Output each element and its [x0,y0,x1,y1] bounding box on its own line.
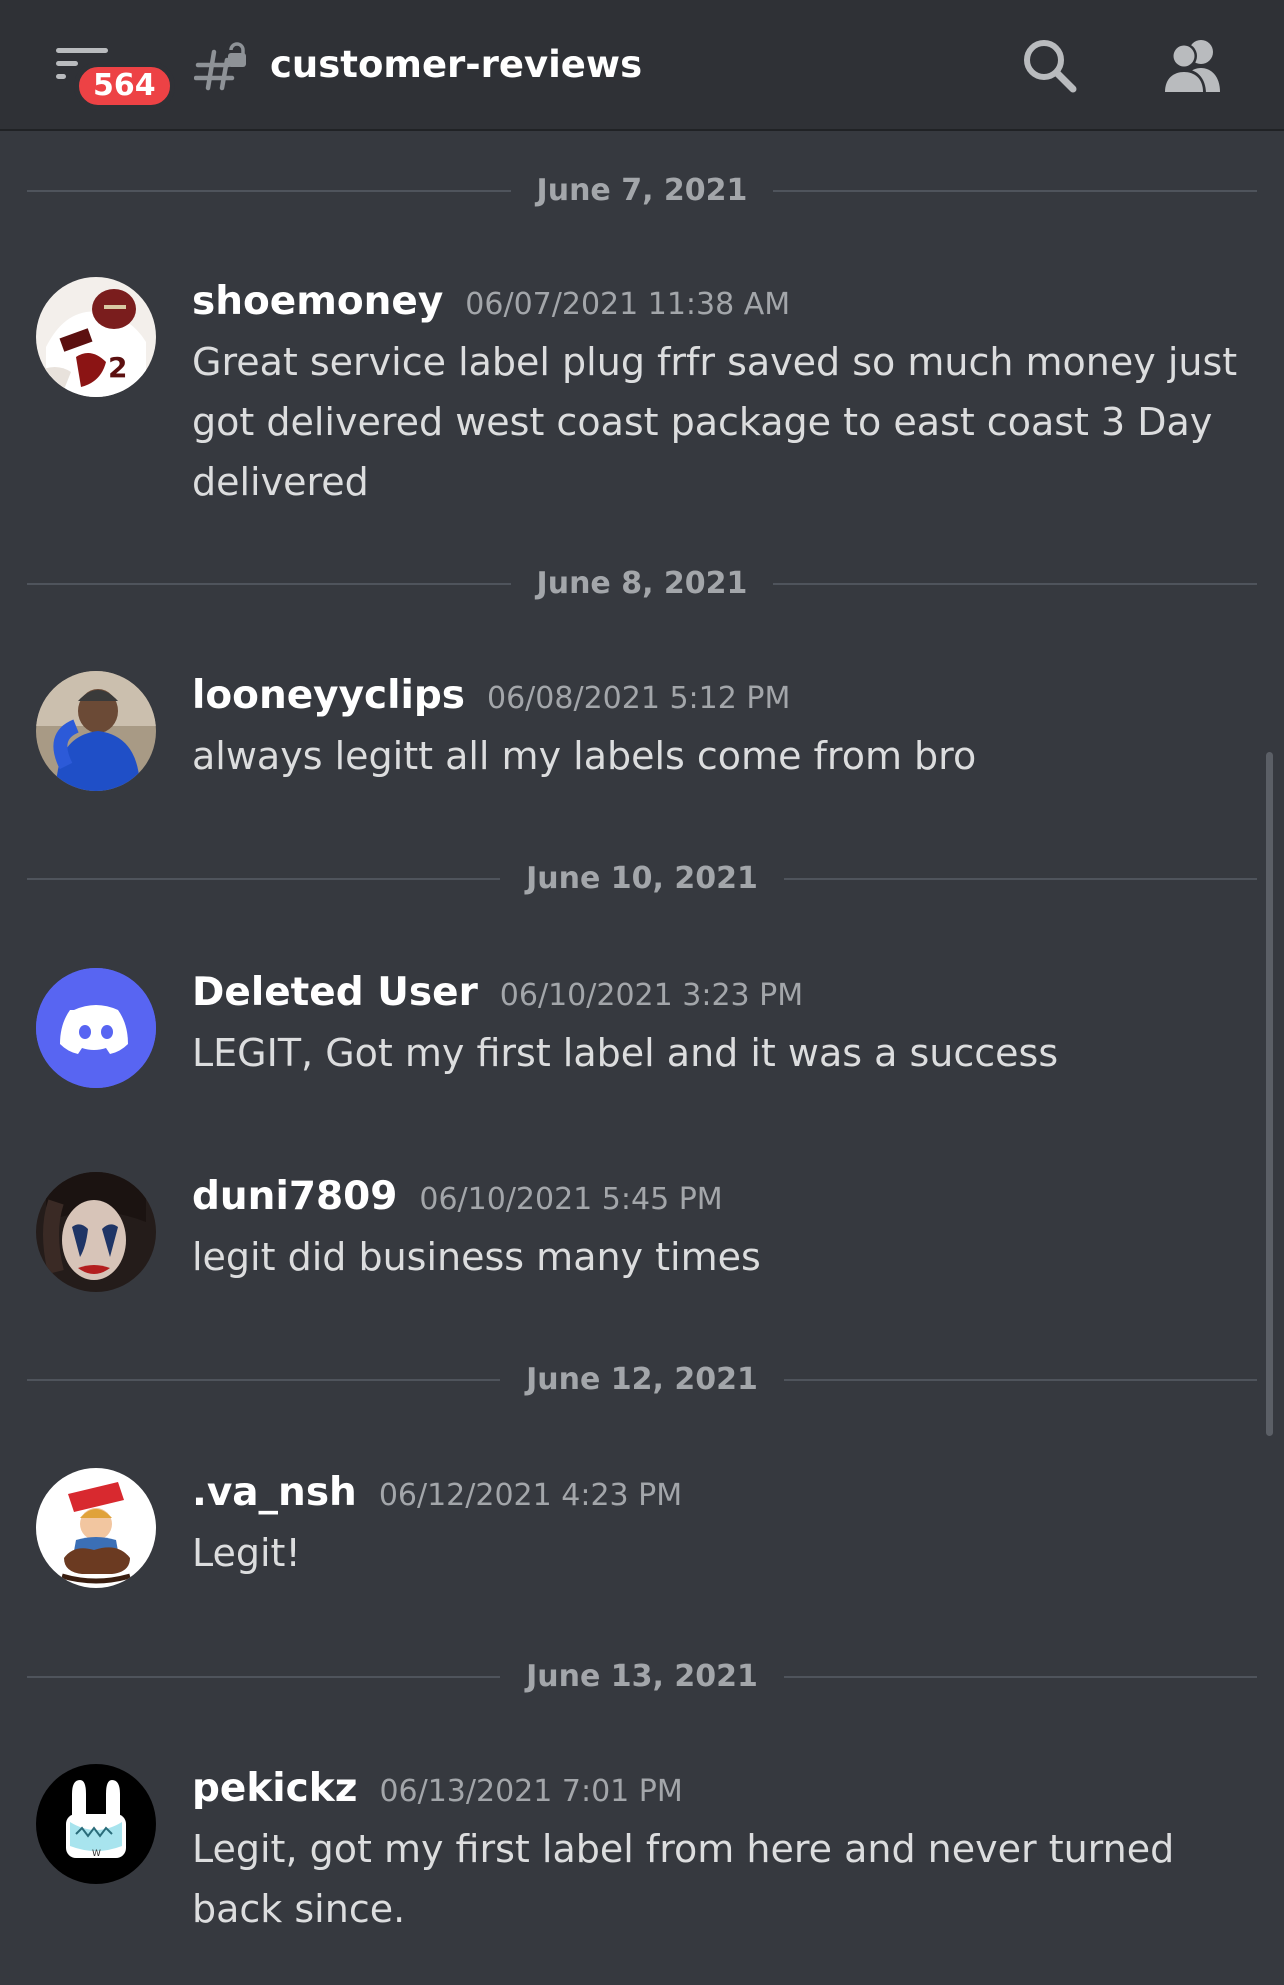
date-divider: June 7, 2021 [27,171,1257,211]
divider-date: June 12, 2021 [500,1362,784,1397]
discord-logo-icon [36,968,156,1088]
message-content: legit did business many times [192,1235,761,1279]
username[interactable]: duni7809 [192,1172,397,1222]
divider-date: June 10, 2021 [500,861,784,896]
avatar[interactable] [36,1468,156,1588]
timestamp: 06/10/2021 3:23 PM [499,978,804,1013]
divider-date: June 7, 2021 [510,173,774,208]
username[interactable]: .va_nsh [192,1468,357,1518]
divider-date: June 13, 2021 [500,1659,784,1694]
avatar[interactable] [36,671,156,791]
message-content: always legitt all my labels come from br… [192,734,977,778]
timestamp: 06/13/2021 7:01 PM [379,1774,683,1809]
username[interactable]: looneyyclips [192,671,465,721]
menu-button[interactable]: 564 [50,42,175,112]
date-divider: June 10, 2021 [27,859,1257,899]
message-list[interactable]: June 7, 2021 2 shoemoney 06/07/2021 11:38… [0,131,1284,1985]
timestamp: 06/07/2021 11:38 AM [465,287,791,322]
app-screen: 564 customer-reviews June 7, 2021 2 shoe… [0,0,1284,1985]
date-divider: June 12, 2021 [27,1360,1257,1400]
timestamp: 06/12/2021 4:23 PM [378,1478,683,1513]
avatar[interactable] [36,968,156,1088]
locked-text-channel-icon [194,42,246,91]
svg-text:2: 2 [108,351,127,384]
username[interactable]: shoemoney [192,277,443,327]
date-divider: June 13, 2021 [27,1657,1257,1697]
channel-name: customer-reviews [270,43,643,86]
username[interactable]: Deleted User [192,968,478,1018]
divider-date: June 8, 2021 [510,566,774,601]
channel-header: 564 customer-reviews [0,0,1284,131]
avatar[interactable]: W [36,1764,156,1884]
scrollbar[interactable] [1266,752,1273,1436]
timestamp: 06/08/2021 5:12 PM [487,681,791,716]
username[interactable]: pekickz [192,1764,357,1814]
avatar[interactable] [36,1172,156,1292]
message-content: Legit, got my first label from here and … [192,1827,1175,1931]
svg-text:W: W [92,1849,101,1859]
members-icon[interactable] [1160,36,1226,94]
message-content: Legit! [192,1531,301,1575]
avatar[interactable]: 2 [36,277,156,397]
search-icon[interactable] [1020,36,1078,94]
unread-badge: 564 [74,62,175,110]
date-divider: June 8, 2021 [27,564,1257,604]
message-content: Great service label plug frfr saved so m… [192,340,1238,504]
timestamp: 06/10/2021 5:45 PM [419,1182,723,1217]
message-content: LEGIT, Got my first label and it was a s… [192,1031,1059,1075]
